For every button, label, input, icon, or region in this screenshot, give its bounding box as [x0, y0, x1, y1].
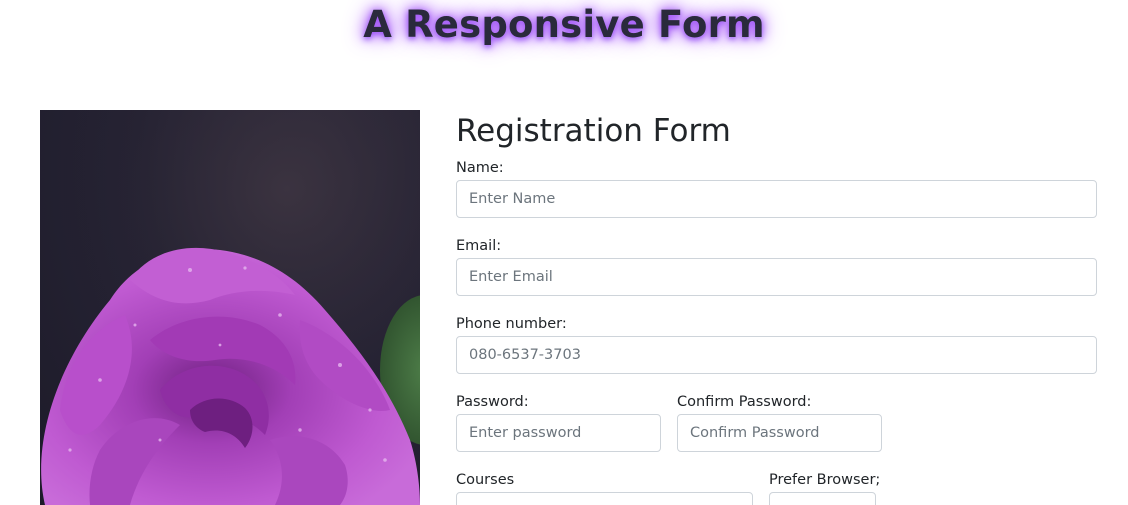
page-title: A Responsive Form	[363, 3, 765, 46]
courses-label: Courses	[456, 472, 515, 488]
confirm-password-input[interactable]	[677, 414, 882, 452]
password-input[interactable]	[456, 414, 661, 452]
password-label: Password:	[456, 394, 529, 410]
courses-select[interactable]	[456, 492, 753, 505]
browser-select[interactable]	[769, 492, 876, 505]
email-input[interactable]	[456, 258, 1097, 296]
phone-label: Phone number:	[456, 316, 567, 332]
courses-field-group: Courses	[456, 470, 753, 505]
browser-label: Prefer Browser;	[769, 472, 881, 488]
password-field-group: Password:	[456, 392, 661, 452]
rose-photo	[40, 110, 420, 505]
name-input[interactable]	[456, 180, 1097, 218]
confirm-password-label: Confirm Password:	[677, 394, 812, 410]
phone-input[interactable]	[456, 336, 1097, 374]
form-heading: Registration Form	[456, 113, 731, 149]
phone-field-group: Phone number:	[456, 314, 1097, 374]
browser-field-group: Prefer Browser;	[769, 470, 880, 505]
email-label: Email:	[456, 238, 502, 254]
rose-image	[40, 110, 420, 505]
confirm-password-field-group: Confirm Password:	[677, 392, 882, 452]
name-label: Name:	[456, 160, 504, 176]
name-field-group: Name:	[456, 158, 1097, 218]
email-field-group: Email:	[456, 236, 1097, 296]
page: A Responsive Form Registration Form Name…	[0, 0, 1128, 505]
